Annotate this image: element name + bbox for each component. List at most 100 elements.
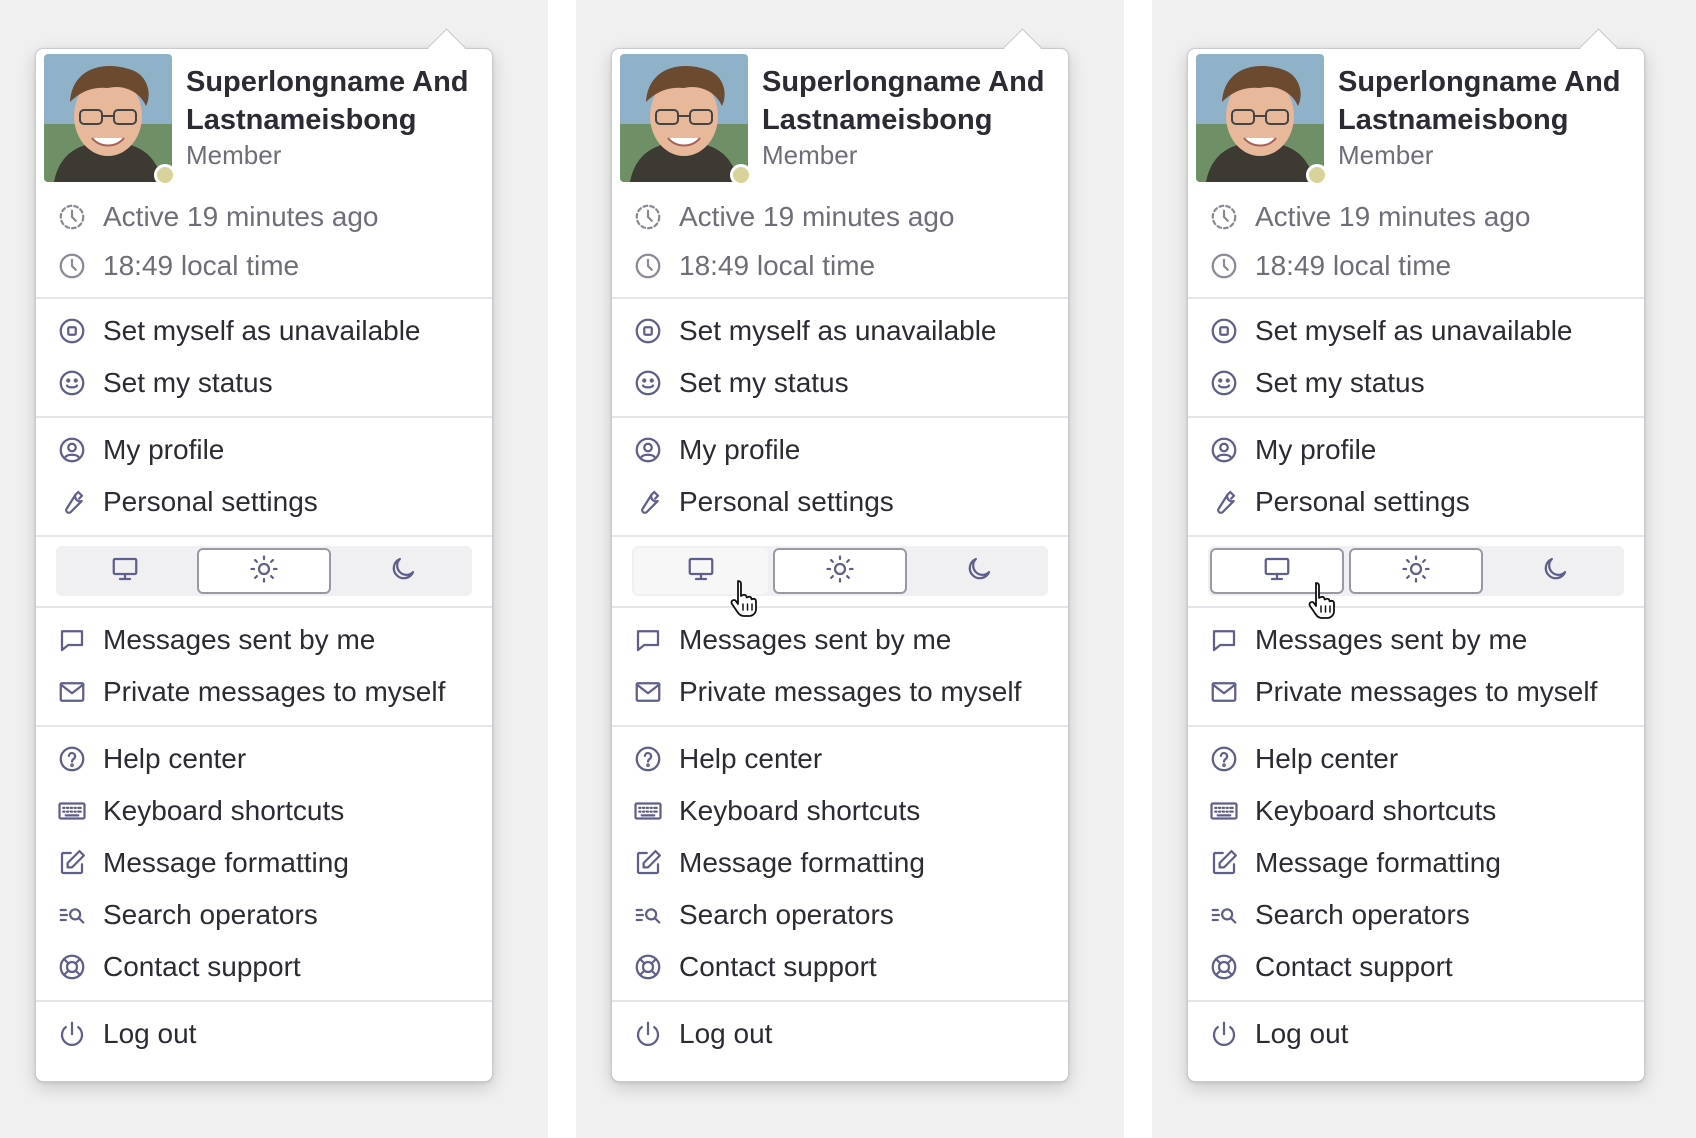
menu-item-label: Set myself as unavailable: [679, 315, 997, 346]
user-info-section: Active 19 minutes ago 18:49 local time: [36, 192, 492, 297]
moon-icon: [1540, 554, 1570, 589]
presence-indicator: [1306, 164, 1328, 186]
theme-switcher-section: [36, 535, 492, 606]
theme-dark-button[interactable]: [912, 548, 1046, 594]
theme-system-button[interactable]: [58, 548, 192, 594]
menu-item-log-out[interactable]: Log out: [36, 1008, 492, 1060]
menu-item-messages-sent[interactable]: Messages sent by me: [612, 614, 1068, 666]
user-circle-icon: [56, 434, 88, 466]
menu-item-set-status[interactable]: Set my status: [36, 357, 492, 409]
menu-item-private-messages[interactable]: Private messages to myself: [36, 666, 492, 718]
user-menu-popover: Superlongname And Lastnameisbong Member …: [611, 28, 1069, 1082]
avatar[interactable]: [1196, 54, 1324, 182]
avatar[interactable]: [620, 54, 748, 182]
wrench-icon: [56, 486, 88, 518]
menu-item-log-out[interactable]: Log out: [612, 1008, 1068, 1060]
messages-section: Messages sent by me Private messages to …: [612, 606, 1068, 725]
profile-section: My profile Personal settings: [612, 416, 1068, 535]
menu-item-my-profile[interactable]: My profile: [36, 424, 492, 476]
menu-item-search-operators[interactable]: Search operators: [36, 889, 492, 941]
menu-item-personal-settings[interactable]: Personal settings: [1188, 476, 1644, 528]
menu-item-keyboard-shortcuts[interactable]: Keyboard shortcuts: [612, 785, 1068, 837]
monitor-icon: [110, 554, 140, 589]
menu-item-set-status[interactable]: Set my status: [1188, 357, 1644, 409]
avatar[interactable]: [44, 54, 172, 182]
theme-dark-button[interactable]: [336, 548, 470, 594]
power-icon: [56, 1018, 88, 1050]
menu-item-contact-support[interactable]: Contact support: [612, 941, 1068, 993]
menu-item-message-formatting[interactable]: Message formatting: [1188, 837, 1644, 889]
menu-item-search-operators[interactable]: Search operators: [1188, 889, 1644, 941]
menu-item-message-formatting[interactable]: Message formatting: [612, 837, 1068, 889]
theme-switcher: [56, 546, 472, 596]
menu-item-help-center[interactable]: Help center: [612, 733, 1068, 785]
menu-item-set-unavailable[interactable]: Set myself as unavailable: [1188, 305, 1644, 357]
help-section: Help center Keyboard shortcuts Message f…: [36, 725, 492, 1000]
menu-item-private-messages[interactable]: Private messages to myself: [1188, 666, 1644, 718]
message-square-icon: [1208, 624, 1240, 656]
theme-light-button[interactable]: [773, 548, 907, 594]
wrench-icon: [1208, 486, 1240, 518]
theme-system-button[interactable]: [634, 548, 768, 617]
message-square-icon: [56, 624, 88, 656]
active-status: Active 19 minutes ago: [612, 192, 1068, 241]
menu-item-label: Personal settings: [679, 486, 894, 517]
menu-item-label: Personal settings: [1255, 486, 1470, 517]
unavailable-icon: [1208, 315, 1240, 347]
theme-switcher: [1208, 546, 1624, 619]
menu-item-help-center[interactable]: Help center: [36, 733, 492, 785]
menu-item-set-status[interactable]: Set my status: [612, 357, 1068, 409]
menu-item-set-unavailable[interactable]: Set myself as unavailable: [612, 305, 1068, 357]
profile-section: My profile Personal settings: [1188, 416, 1644, 535]
menu-item-help-center[interactable]: Help center: [1188, 733, 1644, 785]
menu-item-label: Search operators: [103, 899, 318, 930]
mail-icon: [1208, 676, 1240, 708]
menu-item-personal-settings[interactable]: Personal settings: [612, 476, 1068, 528]
menu-item-log-out[interactable]: Log out: [1188, 1008, 1644, 1060]
mail-icon: [632, 676, 664, 708]
menu-item-label: Help center: [679, 743, 823, 774]
menu-item-search-operators[interactable]: Search operators: [612, 889, 1068, 941]
menu-item-contact-support[interactable]: Contact support: [36, 941, 492, 993]
message-square-icon: [632, 624, 664, 656]
smile-icon: [56, 367, 88, 399]
menu-item-keyboard-shortcuts[interactable]: Keyboard shortcuts: [36, 785, 492, 837]
theme-system-button[interactable]: [1210, 548, 1344, 619]
sun-icon: [1401, 554, 1431, 589]
menu-item-contact-support[interactable]: Contact support: [1188, 941, 1644, 993]
active-status-label: Active 19 minutes ago: [103, 200, 379, 232]
status-section: Set myself as unavailable Set my status: [612, 297, 1068, 416]
menu-item-my-profile[interactable]: My profile: [1188, 424, 1644, 476]
menu-item-label: Help center: [1255, 743, 1399, 774]
menu-item-private-messages[interactable]: Private messages to myself: [612, 666, 1068, 718]
user-circle-icon: [1208, 434, 1240, 466]
menu-item-label: My profile: [1255, 434, 1377, 465]
menu-item-my-profile[interactable]: My profile: [612, 424, 1068, 476]
menu-item-label: Set my status: [103, 367, 273, 398]
mail-icon: [56, 676, 88, 708]
menu-item-messages-sent[interactable]: Messages sent by me: [1188, 614, 1644, 666]
menu-item-messages-sent[interactable]: Messages sent by me: [36, 614, 492, 666]
moon-icon: [388, 554, 418, 589]
menu-item-set-unavailable[interactable]: Set myself as unavailable: [36, 305, 492, 357]
menu-item-keyboard-shortcuts[interactable]: Keyboard shortcuts: [1188, 785, 1644, 837]
user-card-header: Superlongname And Lastnameisbong Member: [36, 49, 492, 192]
theme-light-button[interactable]: [1349, 548, 1483, 594]
theme-light-button[interactable]: [197, 548, 331, 594]
edit-icon: [1208, 847, 1240, 879]
user-circle-icon: [632, 434, 664, 466]
smile-icon: [1208, 367, 1240, 399]
menu-item-personal-settings[interactable]: Personal settings: [36, 476, 492, 528]
power-icon: [1208, 1018, 1240, 1050]
menu-item-label: Help center: [103, 743, 247, 774]
clock-icon: [632, 250, 664, 282]
menu-item-label: Message formatting: [679, 847, 925, 878]
menu-item-label: My profile: [103, 434, 225, 465]
sun-icon: [825, 554, 855, 589]
active-status: Active 19 minutes ago: [36, 192, 492, 241]
menu-item-label: Message formatting: [103, 847, 349, 878]
local-time: 18:49 local time: [1188, 241, 1644, 290]
theme-switcher-section: [1188, 535, 1644, 619]
menu-item-message-formatting[interactable]: Message formatting: [36, 837, 492, 889]
theme-dark-button[interactable]: [1488, 548, 1622, 594]
